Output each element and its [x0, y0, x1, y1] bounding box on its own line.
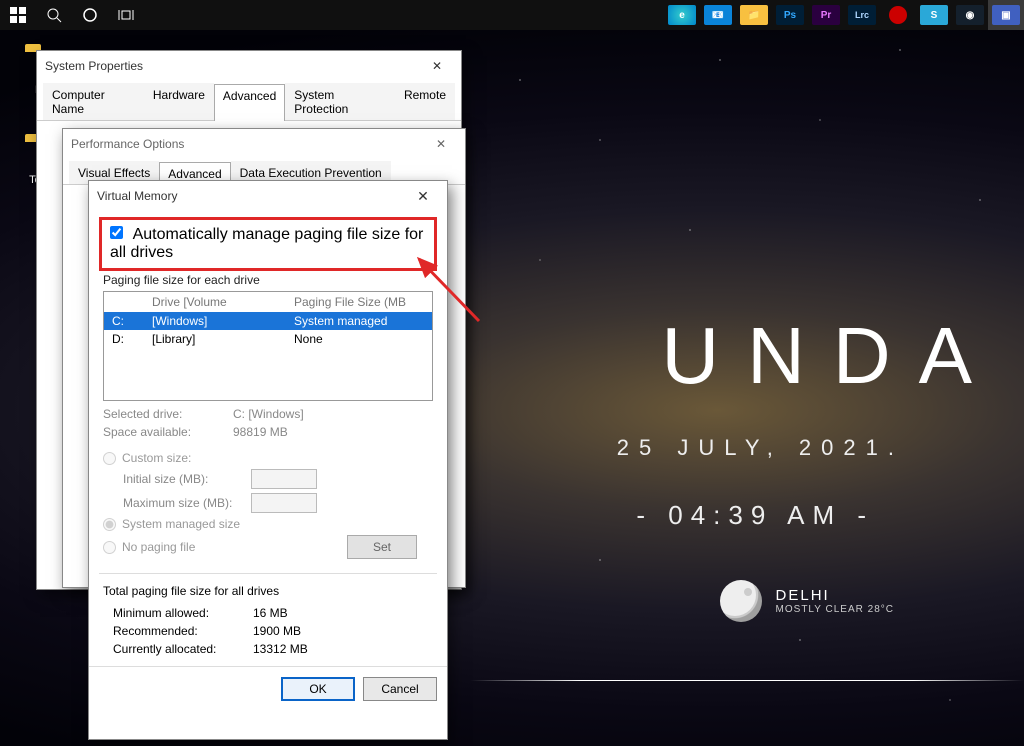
- taskbar-app-explorer[interactable]: 📁: [736, 0, 772, 30]
- no-paging-radio-label[interactable]: No paging file: [103, 540, 347, 554]
- no-paging-text: No paging file: [122, 540, 195, 554]
- cancel-button[interactable]: Cancel: [363, 677, 437, 701]
- custom-size-radio[interactable]: [103, 452, 116, 465]
- weather-city: DELHI: [776, 587, 894, 604]
- close-icon[interactable]: ✕: [407, 184, 439, 208]
- taskbar-app-lightroom[interactable]: Lrc: [844, 0, 880, 30]
- recommended-value: 1900 MB: [253, 624, 301, 638]
- space-available-label: Space available:: [103, 425, 233, 439]
- min-allowed-label: Minimum allowed:: [113, 606, 253, 620]
- ok-button[interactable]: OK: [281, 677, 355, 701]
- tab-system-protection[interactable]: System Protection: [285, 83, 395, 120]
- custom-size-radio-label[interactable]: Custom size:: [103, 451, 433, 465]
- search-icon[interactable]: [36, 0, 72, 30]
- min-allowed-value: 16 MB: [253, 606, 288, 620]
- taskbar-app-edge[interactable]: e: [664, 0, 700, 30]
- system-managed-radio[interactable]: [103, 518, 116, 531]
- taskview-icon[interactable]: [108, 0, 144, 30]
- tab-computer-name[interactable]: Computer Name: [43, 83, 144, 120]
- tab-advanced[interactable]: Advanced: [214, 84, 285, 121]
- widget-date: 25 JULY, 2021.: [617, 435, 904, 461]
- taskbar-app-premiere[interactable]: Pr: [808, 0, 844, 30]
- weather-condition: MOSTLY CLEAR 28°C: [776, 604, 894, 615]
- col-drive: [112, 295, 152, 309]
- tab-remote[interactable]: Remote: [395, 83, 455, 120]
- taskbar-app-steam[interactable]: ◉: [952, 0, 988, 30]
- selected-drive-label: Selected drive:: [103, 407, 233, 421]
- tab-hardware[interactable]: Hardware: [144, 83, 214, 120]
- drive-label: [Library]: [152, 332, 294, 346]
- auto-manage-text: Automatically manage paging file size fo…: [110, 226, 423, 261]
- taskbar-app-mail[interactable]: 📧: [700, 0, 736, 30]
- paging-header: Paging file size for each drive: [89, 273, 447, 287]
- drive-label: [Windows]: [152, 314, 294, 328]
- taskbar-app-record[interactable]: [880, 0, 916, 30]
- auto-manage-checkbox-label[interactable]: Automatically manage paging file size fo…: [110, 226, 423, 261]
- drive-size: None: [294, 332, 424, 346]
- drive-row[interactable]: D: [Library] None: [104, 330, 432, 348]
- drive-list[interactable]: Drive [Volume Paging File Size (MB C: [W…: [103, 291, 433, 401]
- cortana-icon[interactable]: [72, 0, 108, 30]
- recommended-label: Recommended:: [113, 624, 253, 638]
- window-title: Virtual Memory: [97, 189, 177, 203]
- drive-row[interactable]: C: [Windows] System managed: [104, 312, 432, 330]
- set-button[interactable]: Set: [347, 535, 417, 559]
- initial-size-label: Initial size (MB):: [123, 472, 243, 486]
- taskbar: e 📧 📁 Ps Pr Lrc S ◉ ▣: [0, 0, 1024, 30]
- window-title: System Properties: [45, 59, 143, 73]
- taskbar-app-capture[interactable]: ▣: [988, 0, 1024, 30]
- widget-time: - 04:39 AM -: [636, 500, 874, 531]
- sysprops-tabs: Computer Name Hardware Advanced System P…: [37, 83, 461, 121]
- system-managed-radio-label[interactable]: System managed size: [103, 517, 433, 531]
- taskbar-app-snagit[interactable]: S: [916, 0, 952, 30]
- taskbar-app-photoshop[interactable]: Ps: [772, 0, 808, 30]
- currently-allocated-label: Currently allocated:: [113, 642, 253, 656]
- initial-size-input[interactable]: [251, 469, 317, 489]
- widget-divider: [470, 680, 1024, 681]
- moon-icon: [720, 580, 762, 622]
- maximum-size-label: Maximum size (MB):: [123, 496, 243, 510]
- custom-size-text: Custom size:: [122, 451, 191, 465]
- currently-allocated-value: 13312 MB: [253, 642, 308, 656]
- no-paging-radio[interactable]: [103, 541, 116, 554]
- window-title: Performance Options: [71, 137, 184, 151]
- selected-drive-value: C: [Windows]: [233, 407, 304, 421]
- maximum-size-input[interactable]: [251, 493, 317, 513]
- annotation-highlight: Automatically manage paging file size fo…: [99, 217, 437, 271]
- drive-size: System managed: [294, 314, 424, 328]
- close-icon[interactable]: ✕: [421, 54, 453, 78]
- close-icon[interactable]: ✕: [425, 132, 457, 156]
- start-button[interactable]: [0, 0, 36, 30]
- space-available-value: 98819 MB: [233, 425, 288, 439]
- auto-manage-checkbox[interactable]: [110, 226, 123, 239]
- drive-letter: D:: [112, 332, 152, 346]
- col-size: Paging File Size (MB: [294, 295, 424, 309]
- total-paging-header: Total paging file size for all drives: [99, 584, 437, 604]
- col-volume: Drive [Volume: [152, 295, 294, 309]
- widget-weather: DELHI MOSTLY CLEAR 28°C: [720, 580, 894, 622]
- window-virtual-memory: Virtual Memory ✕ Automatically manage pa…: [88, 180, 448, 740]
- drive-letter: C:: [112, 314, 152, 328]
- widget-dayname: UNDA: [661, 310, 1000, 402]
- system-managed-text: System managed size: [122, 517, 240, 531]
